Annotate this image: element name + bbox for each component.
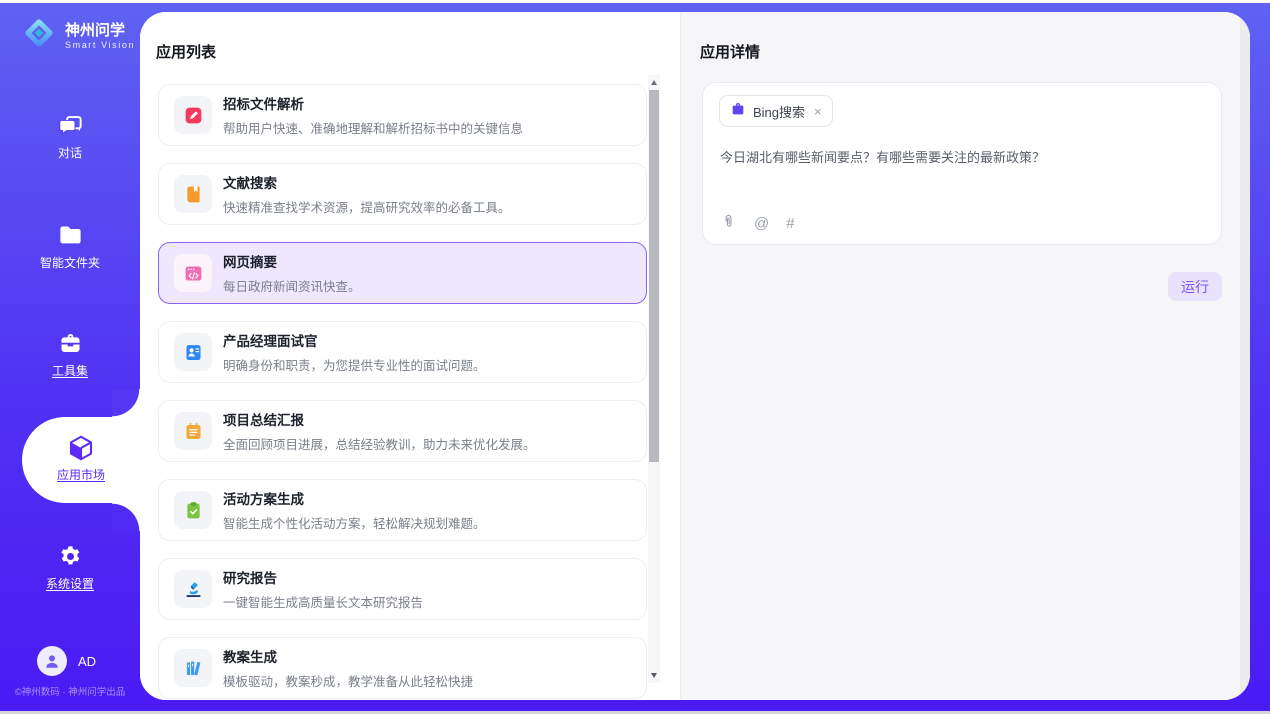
report-note-icon xyxy=(174,412,212,450)
app-description: 帮助用户快速、准确地理解和解析招标书中的关键信息 xyxy=(223,118,523,137)
folder-icon xyxy=(0,222,140,249)
briefcase-icon xyxy=(730,101,746,122)
app-name: 项目总结汇报 xyxy=(223,409,536,429)
app-card-pm-interviewer[interactable]: 产品经理面试官 明确身份和职责，为您提供专业性的面试问题。 xyxy=(158,321,647,383)
brand-name: 神州问学 xyxy=(65,22,135,40)
books-icon xyxy=(174,649,212,687)
sidebar-item-label: 应用市场 xyxy=(57,468,105,482)
app-name: 文献搜索 xyxy=(223,172,511,192)
app-list-panel: 应用列表 招标文件解析 帮助用户快速、准确地理解和解析招标书中的关键信息 xyxy=(140,12,680,700)
app-card-research-report[interactable]: 研究报告 一键智能生成高质量长文本研究报告 xyxy=(158,558,647,620)
prompt-card[interactable]: Bing搜索 × 今日湖北有哪些新闻要点？有哪些需要关注的最新政策？ @ # xyxy=(702,82,1222,245)
sidebar-item-settings[interactable]: 系统设置 xyxy=(0,543,140,593)
tool-tag-bing-search[interactable]: Bing搜索 × xyxy=(719,95,833,127)
app-description: 一键智能生成高质量长文本研究报告 xyxy=(223,592,423,611)
copyright-text: ©神州数码 · 神州问学出品 xyxy=(0,684,140,698)
book-icon xyxy=(174,175,212,213)
brand-subtitle: Smart Vision xyxy=(65,40,135,50)
app-name: 教案生成 xyxy=(223,646,473,666)
app-list-title: 应用列表 xyxy=(156,41,216,62)
close-icon[interactable]: × xyxy=(814,104,822,119)
scroll-down-icon[interactable] xyxy=(651,673,657,678)
interviewer-icon xyxy=(174,333,212,371)
toolbox-icon xyxy=(0,330,140,357)
app-card-bid-parse[interactable]: 招标文件解析 帮助用户快速、准确地理解和解析招标书中的关键信息 xyxy=(158,84,647,146)
sidebar-item-smart-folder[interactable]: 智能文件夹 xyxy=(0,222,140,272)
scroll-up-icon[interactable] xyxy=(651,80,657,85)
sidebar-item-label: 对话 xyxy=(58,146,82,160)
sidebar-item-toolset[interactable]: 工具集 xyxy=(0,330,140,380)
sidebar-item-app-market[interactable]: 应用市场 xyxy=(22,417,140,503)
app-card-event-plan[interactable]: 活动方案生成 智能生成个性化活动方案，轻松解决规划难题。 xyxy=(158,479,647,541)
clipboard-check-icon xyxy=(174,491,212,529)
avatar xyxy=(37,646,67,676)
app-name: 招标文件解析 xyxy=(223,93,523,113)
app-card-lesson-plan[interactable]: 教案生成 模板驱动，教案秒成，教学准备从此轻松快捷 xyxy=(158,637,647,699)
sidebar-item-label: 系统设置 xyxy=(46,577,94,591)
cube-icon xyxy=(22,433,140,463)
app-name: 活动方案生成 xyxy=(223,488,486,508)
app-description: 智能生成个性化活动方案，轻松解决规划难题。 xyxy=(223,513,486,532)
main-content: 应用列表 招标文件解析 帮助用户快速、准确地理解和解析招标书中的关键信息 xyxy=(140,12,1250,700)
brand-logo[interactable]: 神州问学 Smart Vision xyxy=(20,14,135,57)
detail-scrollbar-track[interactable] xyxy=(1240,12,1250,700)
sidebar-item-label: 智能文件夹 xyxy=(40,256,100,270)
hash-icon[interactable]: # xyxy=(786,216,794,232)
app-description: 模板驱动，教案秒成，教学准备从此轻松快捷 xyxy=(223,671,473,690)
app-detail-panel: 应用详情 Bing搜索 × 今日湖北有哪些新闻要点？有哪些需要关注的最新政策？ xyxy=(681,12,1250,700)
user-name: AD xyxy=(78,654,96,669)
app-description: 快速精准查找学术资源，提高研究效率的必备工具。 xyxy=(223,197,511,216)
scrollbar-thumb[interactable] xyxy=(649,90,659,462)
app-description: 每日政府新闻资讯快查。 xyxy=(223,276,361,295)
paperclip-icon[interactable] xyxy=(720,213,737,235)
sidebar-item-chat[interactable]: 对话 xyxy=(0,112,140,162)
sidebar-item-label: 工具集 xyxy=(52,364,88,378)
app-detail-title: 应用详情 xyxy=(700,41,760,62)
active-tab-curve-top xyxy=(112,389,140,417)
app-card-list: 招标文件解析 帮助用户快速、准确地理解和解析招标书中的关键信息 文献搜索 快速精… xyxy=(158,84,647,700)
app-card-web-summary[interactable]: 网页摘要 每日政府新闻资讯快查。 xyxy=(158,242,647,304)
prompt-input[interactable]: 今日湖北有哪些新闻要点？有哪些需要关注的最新政策？ xyxy=(720,149,1205,167)
run-button[interactable]: 运行 xyxy=(1168,272,1222,301)
pen-square-icon xyxy=(174,96,212,134)
composer-toolbar: @ # xyxy=(720,213,795,235)
microscope-icon xyxy=(174,570,212,608)
user-account[interactable]: AD xyxy=(37,646,96,676)
app-list-scrollbar[interactable] xyxy=(648,75,660,683)
browser-code-icon xyxy=(174,254,212,292)
tool-tag-label: Bing搜索 xyxy=(753,102,805,121)
app-description: 全面回顾项目进展，总结经验教训，助力未来优化发展。 xyxy=(223,434,536,453)
active-tab-curve-bottom xyxy=(112,503,140,531)
gear-icon xyxy=(0,543,140,570)
app-card-literature-search[interactable]: 文献搜索 快速精准查找学术资源，提高研究效率的必备工具。 xyxy=(158,163,647,225)
app-name: 产品经理面试官 xyxy=(223,330,486,350)
chat-icon xyxy=(0,112,140,139)
app-description: 明确身份和职责，为您提供专业性的面试问题。 xyxy=(223,355,486,374)
app-name: 网页摘要 xyxy=(223,251,361,271)
diamond-logo-icon xyxy=(20,14,58,57)
mention-icon[interactable]: @ xyxy=(754,216,769,232)
app-card-project-summary[interactable]: 项目总结汇报 全面回顾项目进展，总结经验教训，助力未来优化发展。 xyxy=(158,400,647,462)
app-name: 研究报告 xyxy=(223,567,423,587)
